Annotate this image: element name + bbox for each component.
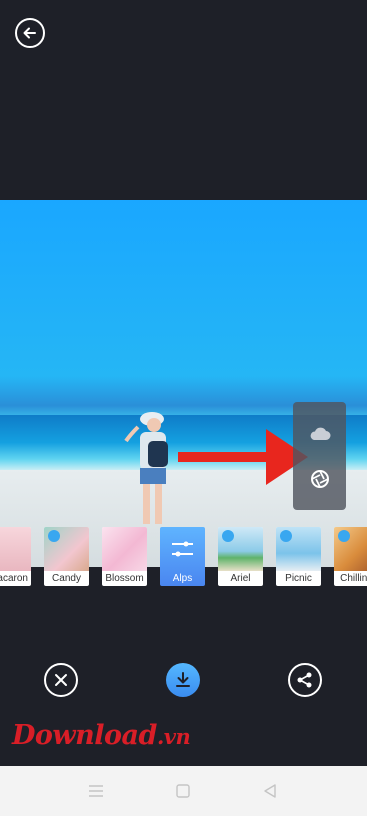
system-navbar [0,766,367,816]
bottom-actions [0,650,367,710]
menu-button[interactable] [85,780,107,802]
menu-icon [89,785,103,797]
cloud-badge-icon [280,530,292,542]
filter-thumb [102,527,147,571]
cloud-badge-icon [222,530,234,542]
back-nav-button[interactable] [259,780,281,802]
share-button[interactable] [288,663,322,697]
cloud-button[interactable] [293,410,346,456]
filter-label: Blossom [105,573,144,584]
cloud-badge-icon [48,530,60,542]
filter-thumb [0,527,31,571]
photo-preview [0,200,367,567]
red-arrow-annotation [178,429,308,485]
square-home-icon [176,784,190,798]
cloud-panel [293,402,346,510]
filter-label: Ariel [230,573,251,584]
aperture-icon [310,470,329,488]
filter-label: Alps [172,573,193,584]
filter-picnic[interactable]: Picnic [276,527,321,586]
cloud-badge-icon [338,530,350,542]
watermark-brand: Download [12,720,157,751]
filter-blossom[interactable]: Blossom [102,527,147,586]
photo-person [124,412,168,524]
back-button[interactable] [15,18,45,48]
filter-ariel[interactable]: Ariel [218,527,263,586]
filter-alps[interactable]: Alps [160,527,205,586]
download-vn-watermark: Download.vn [12,720,191,751]
home-button[interactable] [172,780,194,802]
watermark-tld: .vn [156,724,191,749]
filter-macaron[interactable]: Macaron [0,527,31,586]
filter-candy[interactable]: Candy [44,527,89,586]
filter-label: Chilling [340,573,367,584]
filter-label: Candy [52,573,81,584]
arrow-left-icon [23,27,36,39]
adjust-sliders-icon [172,541,193,557]
top-bar [0,0,367,200]
aperture-button[interactable] [293,456,346,502]
save-button[interactable] [166,663,200,697]
download-icon [176,672,190,687]
triangle-back-icon [264,784,276,798]
cancel-button[interactable] [44,663,78,697]
filter-label: Picnic [285,573,312,584]
cloud-icon [310,427,330,440]
close-icon [55,674,67,686]
filter-strip: Macaron Candy Blossom Alps Ariel Picnic … [0,525,367,589]
share-icon [297,672,312,688]
filter-chilling[interactable]: Chilling [334,527,367,586]
filter-label: Macaron [0,573,28,584]
